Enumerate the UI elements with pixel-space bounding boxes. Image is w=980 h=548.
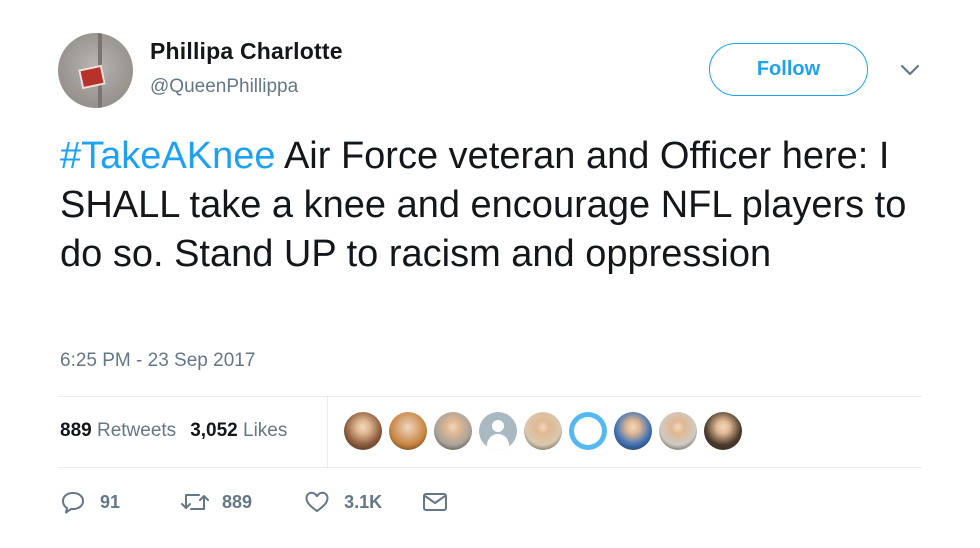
reply-count: 91	[100, 491, 121, 512]
retweet-count: 889	[222, 491, 253, 512]
retweets-count: 889	[60, 420, 92, 441]
avatar-default-egg[interactable]	[479, 412, 517, 450]
egg-head-shape	[492, 420, 504, 432]
likes-label: Likes	[243, 420, 288, 441]
avatar-bernie-sign[interactable]	[614, 412, 652, 450]
like-count: 3.1K	[344, 491, 383, 512]
stats-vertical-divider	[327, 397, 328, 467]
tweet-actions: 91 889 3.1K	[60, 490, 448, 514]
avatar-blue-ring[interactable]	[569, 412, 607, 450]
retweet-icon	[181, 494, 210, 510]
stats-divider-bottom	[58, 467, 922, 468]
tweet-text: #TakeAKnee Air Force veteran and Officer…	[60, 132, 930, 279]
retweets-stat[interactable]: 889 Retweets	[60, 420, 176, 441]
likes-count: 3,052	[190, 420, 238, 441]
avatar-man-gray[interactable]	[659, 412, 697, 450]
follow-button[interactable]: Follow	[709, 43, 868, 96]
avatar-woman-curly-hair[interactable]	[389, 412, 427, 450]
retweet-button[interactable]: 889	[180, 490, 252, 514]
avatar-man-dark[interactable]	[704, 412, 742, 450]
stats-divider-top	[58, 396, 922, 397]
likes-stat[interactable]: 3,052 Likes	[190, 420, 287, 441]
author-name[interactable]: Phillipa Charlotte	[150, 38, 343, 65]
like-button[interactable]: 3.1K	[304, 490, 382, 514]
retweets-label: Retweets	[96, 420, 177, 441]
heart-icon	[305, 491, 329, 512]
hashtag-link[interactable]: #TakeAKnee	[60, 135, 276, 177]
chevron-down-icon[interactable]	[899, 62, 921, 78]
engagement-stats: 889 Retweets 3,052 Likes	[60, 420, 287, 442]
tweet-timestamp[interactable]: 6:25 PM - 23 Sep 2017	[60, 350, 255, 372]
avatar-animal[interactable]	[524, 412, 562, 450]
author-avatar[interactable]	[58, 33, 133, 108]
reply-button[interactable]: 91	[60, 490, 120, 514]
envelope-icon	[423, 493, 448, 511]
egg-body-shape	[487, 434, 509, 450]
avatar-man-glasses[interactable]	[434, 412, 472, 450]
liker-avatars	[344, 412, 749, 452]
reply-icon	[62, 492, 84, 514]
author-handle[interactable]: @QueenPhillippa	[150, 76, 298, 98]
avatar-man-smiling[interactable]	[344, 412, 382, 450]
direct-message-button[interactable]	[422, 491, 448, 513]
